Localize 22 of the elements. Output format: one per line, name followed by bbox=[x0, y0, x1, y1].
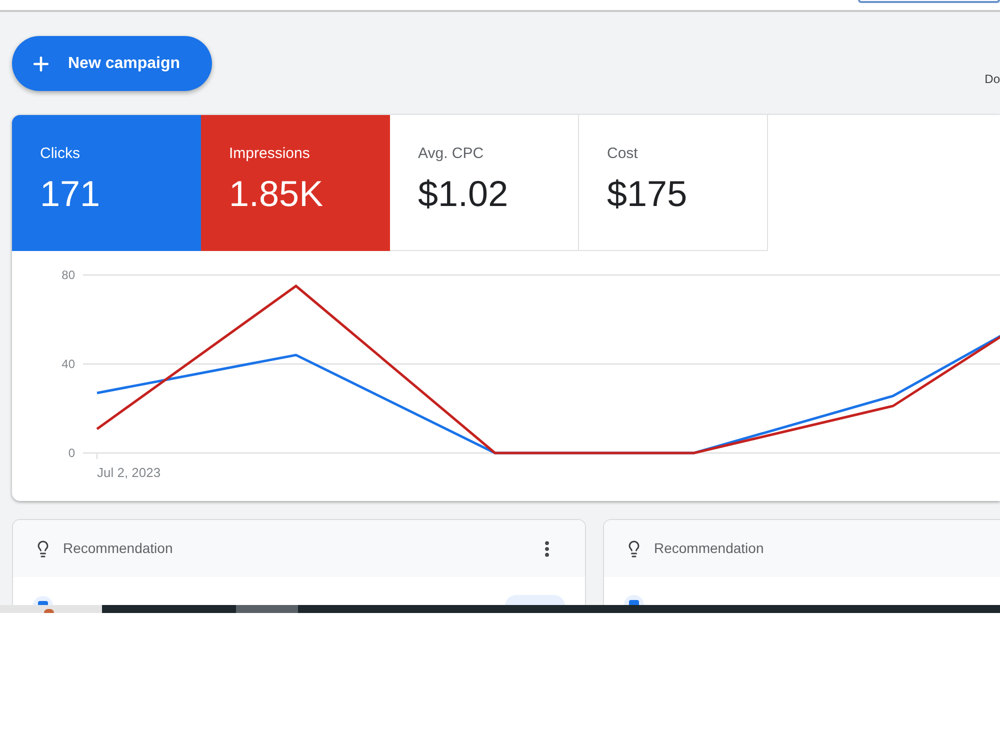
metric-label: Avg. CPC bbox=[418, 145, 484, 163]
metric-tile[interactable]: Cost $175 bbox=[579, 115, 768, 251]
card-title: Recommendation bbox=[654, 539, 764, 558]
metric-tile[interactable]: Impressions 1.85K bbox=[201, 115, 390, 251]
metric-label: Clicks bbox=[40, 145, 80, 163]
axis-label: 0 bbox=[68, 446, 75, 460]
metric-tile[interactable]: Avg. CPC $1.02 bbox=[390, 115, 579, 251]
metric-label: Impressions bbox=[229, 145, 310, 163]
date-label: Jul 2, 2023 bbox=[97, 465, 161, 480]
toolbar-text: Do bbox=[984, 72, 1000, 86]
outlined-button[interactable] bbox=[858, 0, 1000, 3]
metric-value: 171 bbox=[40, 174, 100, 214]
metric-label: Cost bbox=[607, 145, 638, 163]
axis-label: 80 bbox=[62, 268, 75, 282]
metric-tile[interactable]: Clicks 171 bbox=[12, 115, 201, 251]
new-campaign-button[interactable]: New campaign bbox=[12, 36, 212, 91]
metric-value: $175 bbox=[607, 174, 688, 214]
metric-value: $1.02 bbox=[418, 174, 508, 214]
metric-value: 1.85K bbox=[229, 174, 324, 214]
axis-label: 40 bbox=[62, 357, 75, 371]
app-icon[interactable] bbox=[44, 609, 54, 613]
card-title: Recommendation bbox=[63, 539, 173, 558]
